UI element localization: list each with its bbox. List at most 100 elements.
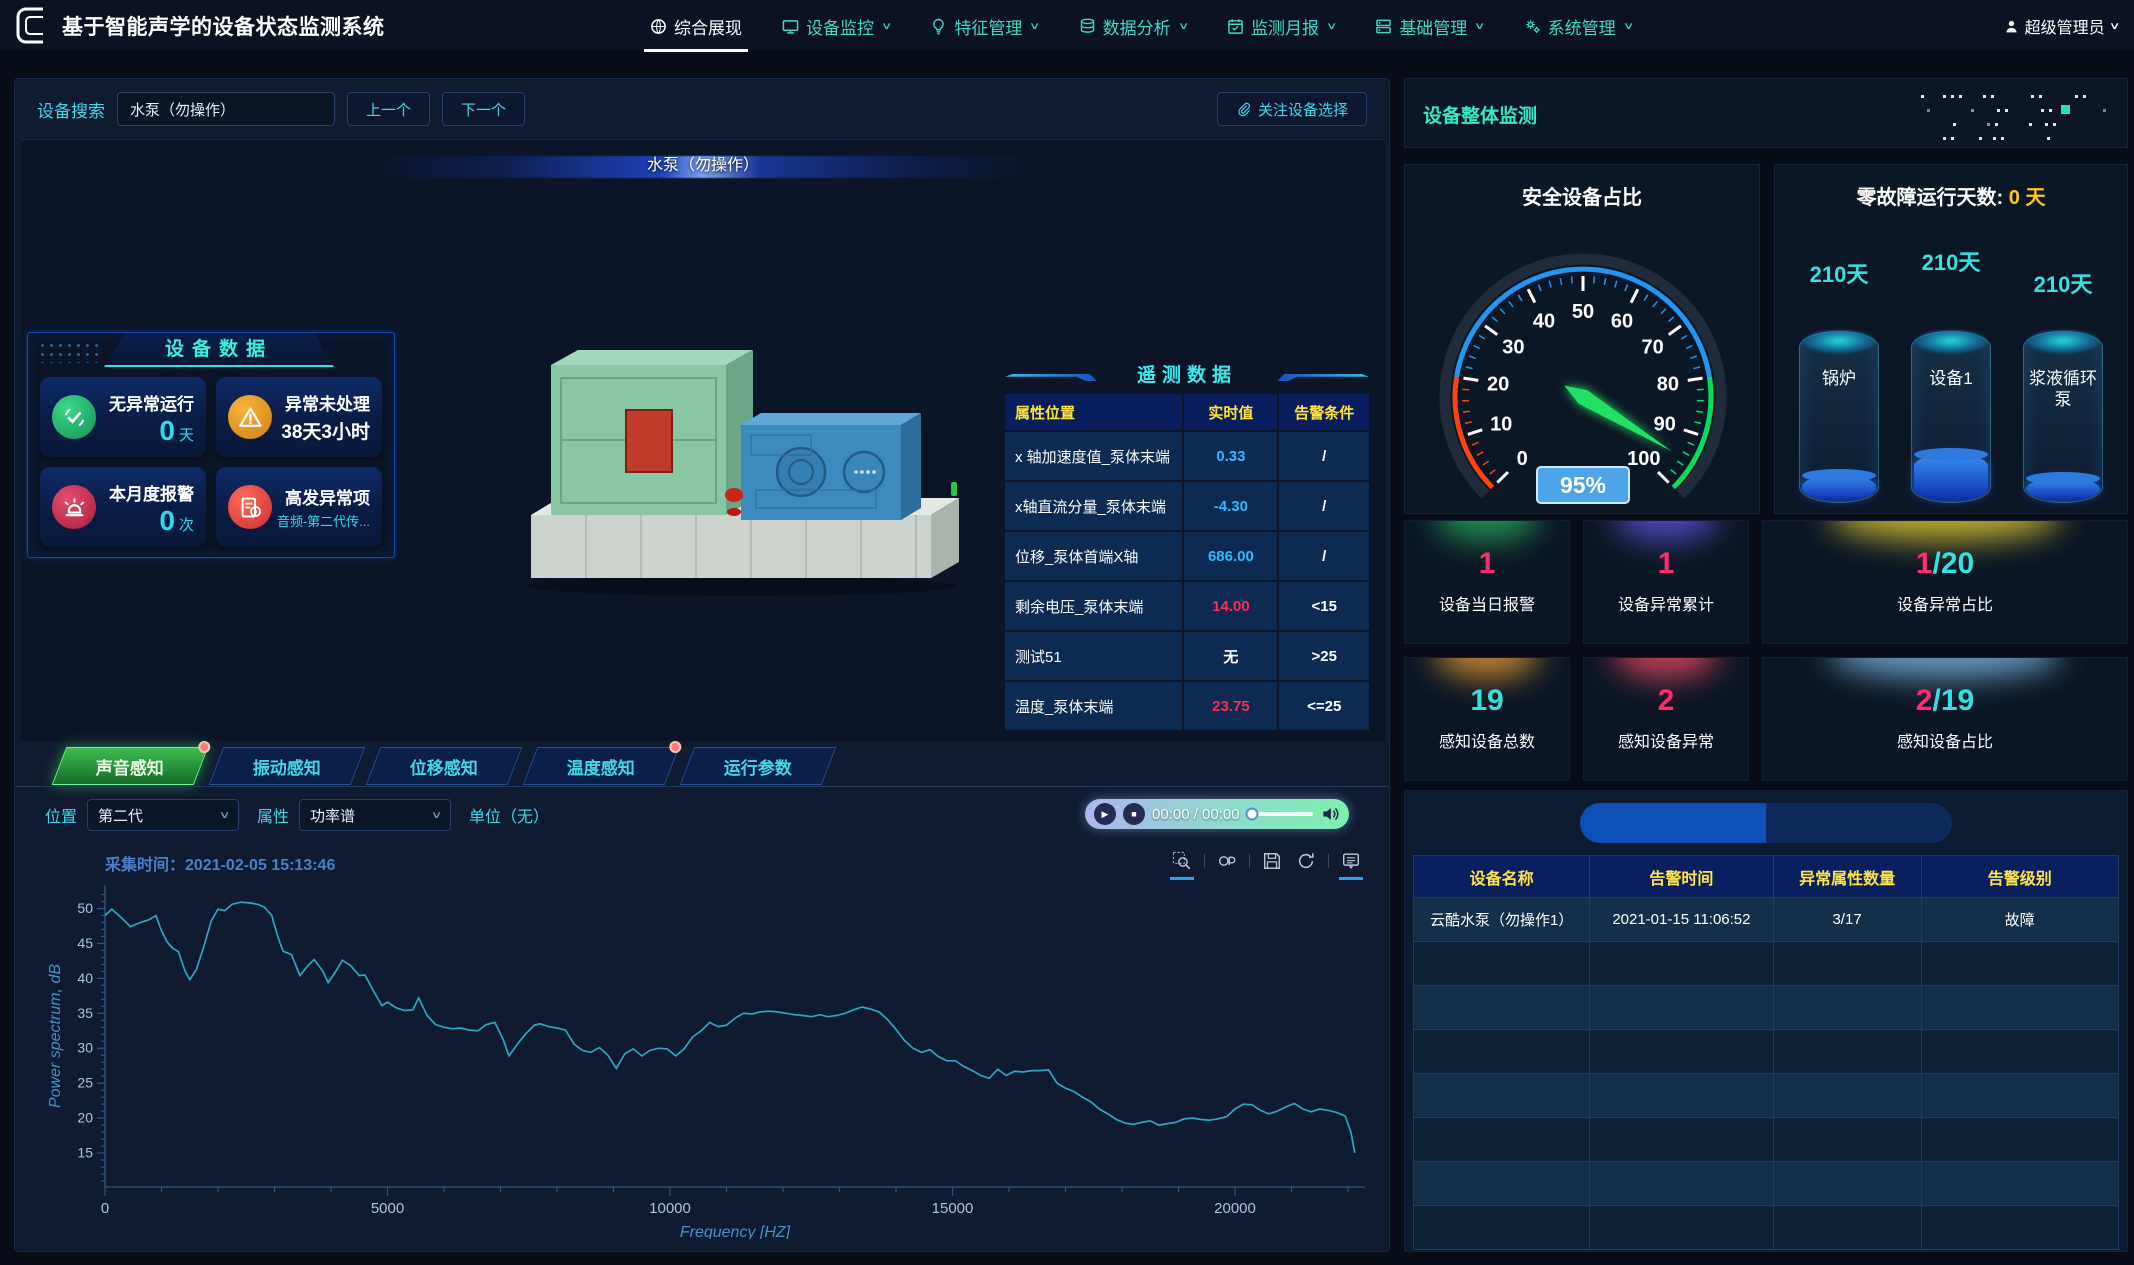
alarm-col-header: 告警级别 (1921, 856, 2118, 898)
alarm-table-row[interactable] (1414, 942, 2119, 986)
user-name: 超级管理员 (2025, 14, 2105, 38)
telemetry-row[interactable]: 位移_泵体首端X轴 686.00 / (1004, 531, 1370, 581)
stat-label: 感知设备异常 (1618, 728, 1714, 752)
alarm-table-row[interactable] (1414, 1206, 2119, 1250)
safety-gauge-card: 安全设备占比 010203040506070809010095% (1404, 164, 1760, 514)
stat-label: 高发异常项 (285, 484, 370, 509)
attribute-select[interactable]: 功率谱 ∨ (299, 799, 451, 831)
nav-item[interactable]: 系统管理 ∨ (1504, 0, 1652, 52)
pump-3d-model[interactable] (501, 290, 971, 600)
zoom-reset-icon[interactable] (1215, 849, 1239, 873)
panel-dots-decoration (38, 341, 98, 363)
seek-handle[interactable] (1245, 808, 1258, 821)
telemetry-row[interactable]: x 轴加速度值_泵体末端 0.33 / (1004, 431, 1370, 481)
sense-tab[interactable]: 运行参数 (680, 747, 837, 785)
alarm-table-header: 设备名称告警时间异常属性数量告警级别 (1414, 856, 2119, 898)
cylinder-name: 设备1 (1916, 368, 1986, 389)
position-select[interactable]: 第二代 ∨ (87, 799, 239, 831)
nav-item[interactable]: 综合展现 ∨ (630, 0, 762, 52)
refresh-icon[interactable] (1294, 849, 1318, 873)
device-data-cards: 无异常运行 0天 异常未处理 38天3小时 本月度报警 0次 高发异常项 音频-… (40, 377, 382, 547)
next-device-button[interactable]: 下一个 (442, 92, 525, 126)
data-view-icon[interactable] (1339, 849, 1363, 873)
nav-item[interactable]: 设备监控 ∨ (762, 0, 910, 52)
device-stat-card: 无异常运行 0天 (40, 377, 206, 457)
sense-tab[interactable]: 声音感知 (52, 747, 209, 785)
alarm-monitor-panel: 设备名称告警时间异常属性数量告警级别 云酷水泵（勿操作1）2021-01-15 … (1404, 790, 2128, 1252)
cylinder-fill (1802, 475, 1876, 501)
nav-icon (1227, 18, 1244, 35)
cylinder-name: 锅炉 (1804, 368, 1874, 389)
cylinder-fill (1914, 454, 1988, 500)
toolbox-separator (1249, 854, 1250, 868)
nav-items: 综合展现 ∨ 设备监控 ∨ 特征管理 ∨ 数据分析 ∨ 监测月报 ∨ 基础管理 … (630, 0, 1652, 52)
alarm-table-row[interactable] (1414, 1030, 2119, 1074)
sense-tab[interactable]: 振动感知 (209, 747, 366, 785)
device-stat-card: 本月度报警 0次 (40, 467, 206, 547)
app-title: 基于智能声学的设备状态监测系统 (62, 11, 385, 41)
cylinder: 锅炉 (1799, 331, 1879, 503)
toolbox-separator (1328, 854, 1329, 868)
play-button[interactable]: ▶ (1094, 803, 1116, 825)
telemetry-col-attr: 属性位置 (1004, 393, 1183, 431)
user-menu[interactable]: 超级管理员 ∨ (2004, 0, 2118, 52)
sense-tab[interactable]: 温度感知 (523, 747, 680, 785)
sense-tabs: 声音感知 振动感知 位移感知 温度感知 运行参数 (59, 747, 829, 787)
svg-text:5000: 5000 (371, 1200, 404, 1217)
svg-text:100: 100 (1627, 448, 1660, 470)
alarm-table-row[interactable] (1414, 1074, 2119, 1118)
nav-icon (1079, 18, 1096, 35)
alarm-table-row[interactable]: 云酷水泵（勿操作1）2021-01-15 11:06:523/17故障 (1414, 898, 2119, 942)
search-label: 设备搜索 (37, 97, 105, 122)
svg-text:90: 90 (1654, 414, 1676, 436)
alarm-tab[interactable] (1580, 803, 1766, 843)
attribute-label: 属性 (257, 803, 289, 827)
unit-label: 单位（无） (469, 803, 549, 827)
sense-tab[interactable]: 位移感知 (366, 747, 523, 785)
spectrum-chart[interactable]: 152025303540455005000100001500020000Freq… (43, 879, 1373, 1239)
alarm-table-row[interactable] (1414, 1162, 2119, 1206)
stop-button[interactable]: ■ (1123, 803, 1145, 825)
stat-value: 1 (1479, 549, 1496, 579)
stat-value: 音频-第二代传... (277, 511, 370, 530)
save-image-icon[interactable] (1260, 849, 1284, 873)
nav-item[interactable]: 基础管理 ∨ (1355, 0, 1503, 52)
alarm-table-row[interactable] (1414, 986, 2119, 1030)
svg-text:60: 60 (1611, 310, 1633, 332)
document-clock-icon (228, 485, 272, 529)
nav-item[interactable]: 特征管理 ∨ (910, 0, 1058, 52)
chev4ron-down-icon: ∨ (1622, 21, 1634, 32)
chev4ron-down-icon: ∨ (1474, 21, 1486, 32)
zoom-tool-icon[interactable] (1170, 849, 1194, 873)
telemetry-row[interactable]: 测试51 无 >25 (1004, 631, 1370, 681)
focus-device-button[interactable]: 关注设备选择 (1217, 92, 1367, 126)
overview-stat-box: 2/19 感知设备占比 (1762, 657, 2128, 781)
cylinder-rim-glow (1802, 330, 1876, 354)
alarm-table-row[interactable] (1414, 1118, 2119, 1162)
telemetry-row[interactable]: x轴直流分量_泵体末端 -4.30 / (1004, 481, 1370, 531)
chev4ron-down-icon: ∨ (1177, 21, 1189, 32)
volume-icon[interactable] (1320, 804, 1340, 824)
prev-device-button[interactable]: 上一个 (347, 92, 430, 126)
svg-text:50: 50 (77, 900, 93, 916)
dots-decoration-icon (1913, 87, 2113, 145)
overview-stat-box: 1 设备异常累计 (1583, 520, 1749, 644)
alarm-tab[interactable] (1766, 803, 1952, 843)
overview-header: 设备整体监测 (1404, 78, 2128, 148)
device-search-input[interactable] (117, 92, 335, 126)
telemetry-row[interactable]: 温度_泵体末端 23.75 <=25 (1004, 681, 1370, 731)
alarm-table: 设备名称告警时间异常属性数量告警级别 云酷水泵（勿操作1）2021-01-15 … (1413, 855, 2119, 1250)
3d-viewport[interactable]: 水泵（勿操作） (21, 139, 1385, 741)
stat-value: 0次 (159, 507, 194, 535)
svg-text:50: 50 (1572, 301, 1594, 323)
telemetry-row[interactable]: 剩余电压_泵体末端 14.00 <15 (1004, 581, 1370, 631)
audio-player: ▶ ■ 00:00 / 00:00 (1085, 799, 1349, 829)
svg-text:Power spectrum, dB: Power spectrum, dB (47, 964, 64, 1108)
player-seek-slider[interactable] (1247, 812, 1313, 816)
svg-text:Frequency [HZ]: Frequency [HZ] (680, 1224, 791, 1239)
stat-value: 0天 (159, 417, 194, 445)
svg-text:80: 80 (1657, 374, 1679, 396)
svg-text:0: 0 (101, 1200, 109, 1217)
nav-item[interactable]: 数据分析 ∨ (1059, 0, 1207, 52)
nav-item[interactable]: 监测月报 ∨ (1207, 0, 1355, 52)
